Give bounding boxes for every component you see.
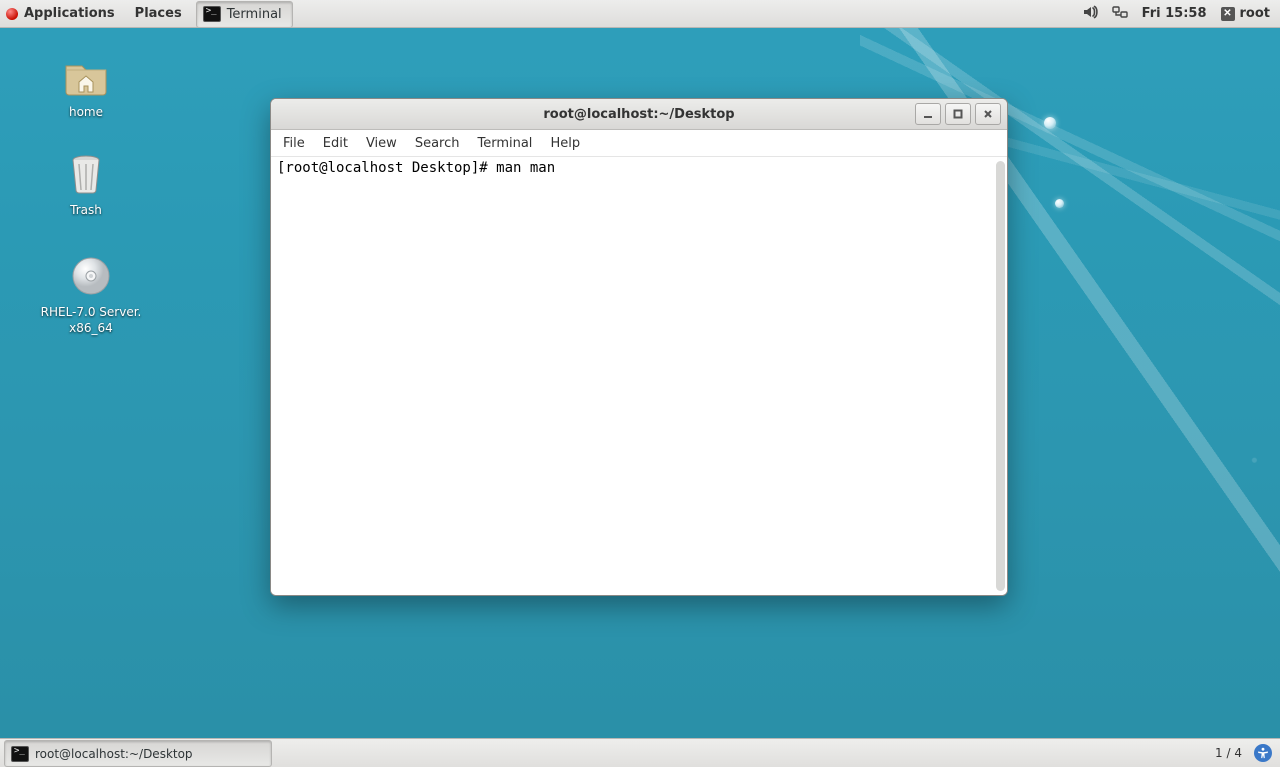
desktop-icon-label: Trash (26, 202, 146, 218)
system-tray: Fri 15:58 ✕ root (1072, 4, 1280, 24)
trash-icon (62, 150, 110, 198)
maximize-button[interactable] (945, 103, 971, 125)
desktop-icon-trash[interactable]: Trash (26, 150, 146, 218)
user-menu[interactable]: ✕ root (1221, 6, 1271, 21)
minimize-button[interactable] (915, 103, 941, 125)
window-titlebar[interactable]: root@localhost:~/Desktop (271, 99, 1007, 130)
user-badge-icon: ✕ (1221, 7, 1235, 21)
bottom-panel: root@localhost:~/Desktop 1 / 4 (0, 738, 1280, 767)
network-icon[interactable] (1112, 4, 1128, 24)
terminal-line: [root@localhost Desktop]# man man (277, 160, 555, 176)
places-menu[interactable]: Places (125, 0, 192, 27)
decor-orb (1044, 117, 1056, 129)
taskbar-app-terminal[interactable]: Terminal (196, 1, 293, 28)
desktop-icon-home[interactable]: home (26, 52, 146, 120)
close-button[interactable] (975, 103, 1001, 125)
folder-home-icon (62, 52, 110, 100)
menu-view[interactable]: View (366, 136, 397, 151)
workspace-indicator[interactable]: 1 / 4 (1207, 746, 1250, 760)
terminal-menubar: File Edit View Search Terminal Help (271, 130, 1007, 157)
distro-logo-icon (6, 8, 18, 20)
desktop-icon-label: RHEL-7.0 Server.x86_64 (26, 304, 156, 336)
clock[interactable]: Fri 15:58 (1142, 6, 1207, 21)
terminal-viewport[interactable]: [root@localhost Desktop]# man man (271, 157, 1007, 595)
terminal-window[interactable]: root@localhost:~/Desktop File Edit View … (270, 98, 1008, 596)
applications-menu[interactable]: Applications (0, 0, 125, 27)
menu-edit[interactable]: Edit (323, 136, 348, 151)
terminal-icon (11, 746, 29, 762)
decor-orb (1055, 199, 1064, 208)
user-label: root (1240, 6, 1271, 21)
window-title: root@localhost:~/Desktop (271, 107, 1007, 122)
top-panel: Applications Places Terminal Fri 15:58 ✕… (0, 0, 1280, 28)
taskbar-app-label: Terminal (227, 7, 282, 22)
menu-help[interactable]: Help (550, 136, 580, 151)
menu-file[interactable]: File (283, 136, 305, 151)
desktop-icon-label: home (26, 104, 146, 120)
menu-terminal[interactable]: Terminal (477, 136, 532, 151)
menu-search[interactable]: Search (415, 136, 460, 151)
taskbar-window-label: root@localhost:~/Desktop (35, 747, 193, 761)
accessibility-button[interactable] (1254, 744, 1272, 762)
taskbar-window-terminal[interactable]: root@localhost:~/Desktop (4, 740, 272, 767)
window-controls (915, 103, 1001, 125)
applications-label: Applications (24, 6, 115, 21)
accessibility-icon (1257, 747, 1269, 759)
dvd-icon (67, 252, 115, 300)
scrollbar[interactable] (996, 161, 1005, 591)
volume-icon[interactable] (1082, 4, 1098, 24)
terminal-icon (203, 6, 221, 22)
places-label: Places (135, 6, 182, 21)
desktop-icon-dvd[interactable]: RHEL-7.0 Server.x86_64 (26, 252, 156, 336)
